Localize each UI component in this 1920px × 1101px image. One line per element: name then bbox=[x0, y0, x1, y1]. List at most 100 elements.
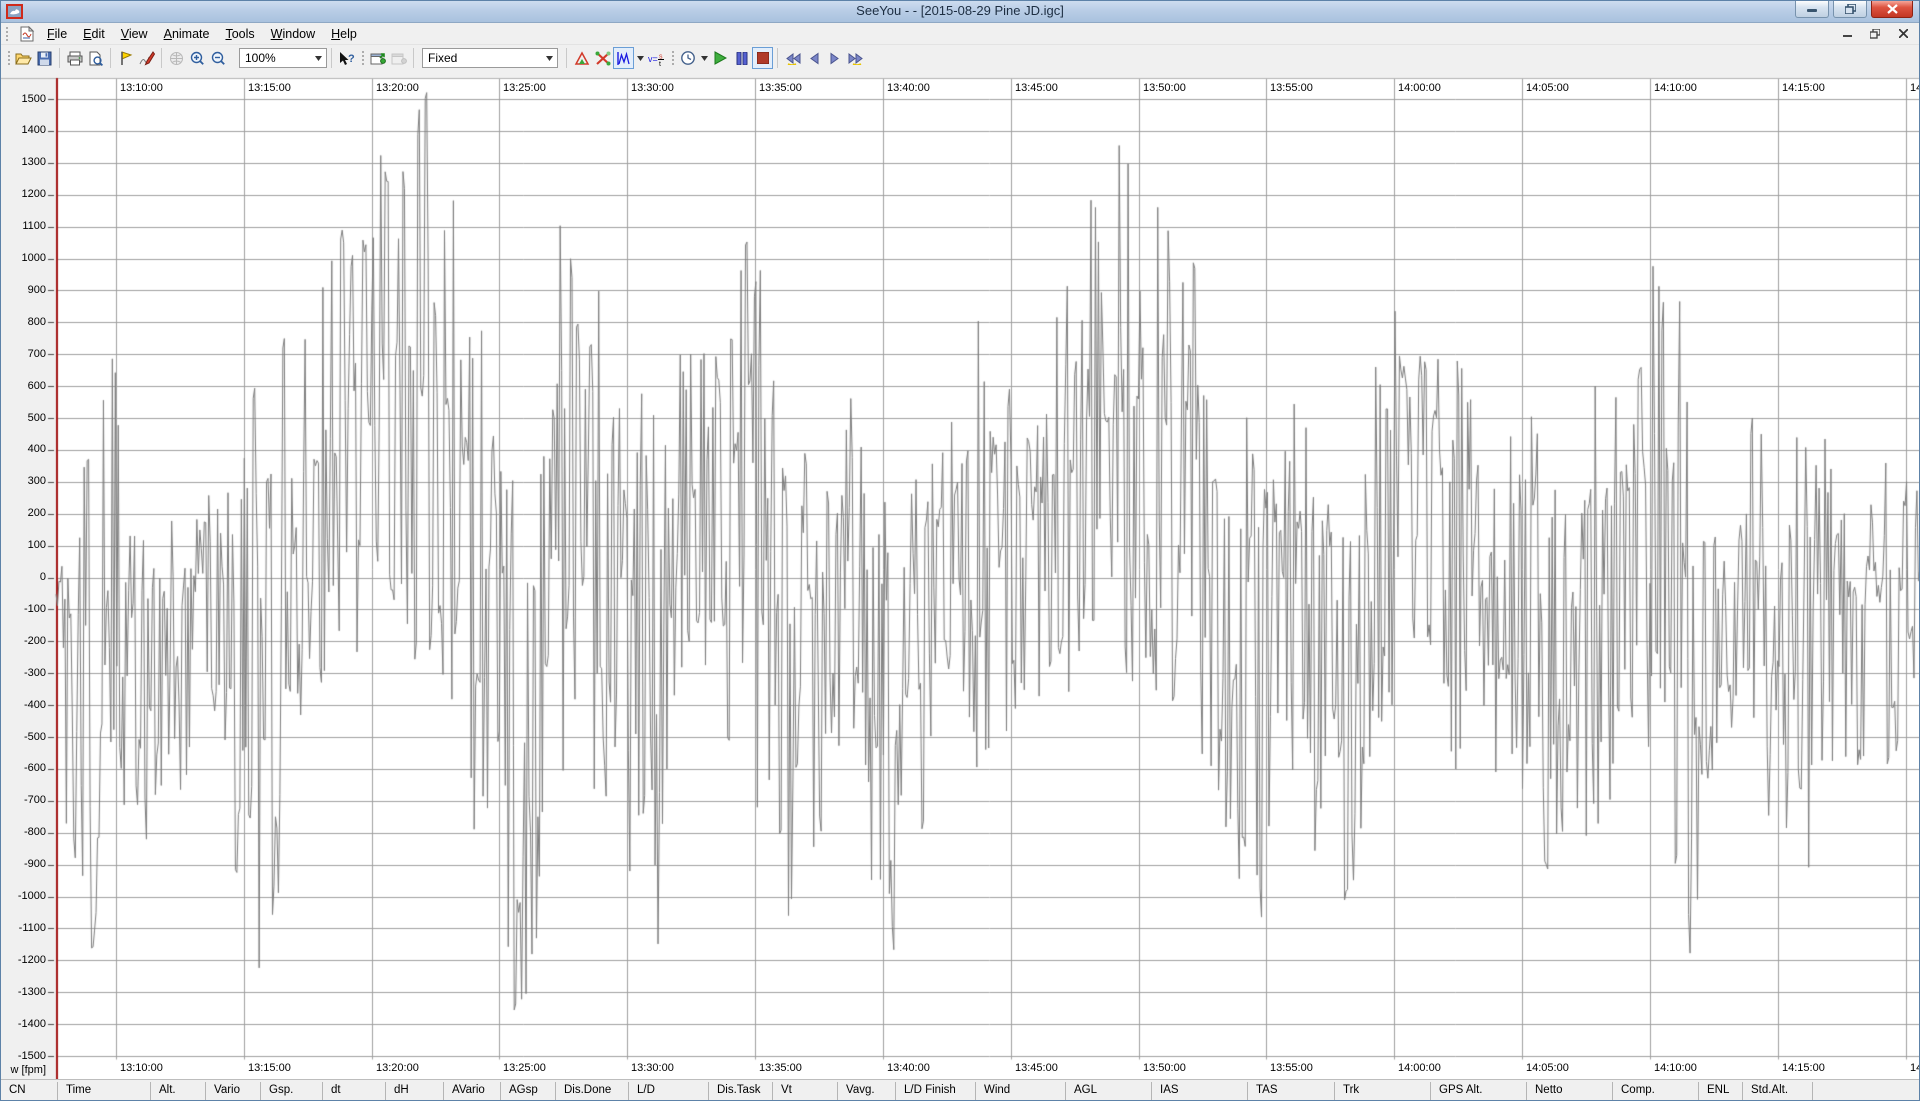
route-icon bbox=[574, 51, 590, 66]
graph-view-icon bbox=[616, 51, 632, 66]
globe-button[interactable] bbox=[166, 47, 187, 69]
x-axis-label-top: 13:25:00 bbox=[503, 82, 546, 95]
previous-fix-button[interactable] bbox=[803, 47, 824, 69]
stop-button[interactable] bbox=[752, 47, 773, 69]
y-axis-label: 300 bbox=[1, 475, 46, 488]
zoom-in-button[interactable] bbox=[187, 47, 208, 69]
mdi-minimize-icon bbox=[1843, 29, 1852, 38]
graph-scale-dropdown[interactable] bbox=[541, 49, 557, 67]
menu-animate[interactable]: Animate bbox=[156, 24, 218, 44]
menubar-grip bbox=[4, 25, 8, 43]
mdi-restore-button[interactable] bbox=[1867, 26, 1883, 41]
zoom-level-combo[interactable]: 100% bbox=[239, 48, 327, 68]
y-axis-label: -700 bbox=[1, 794, 46, 807]
graph-view-button[interactable] bbox=[613, 47, 634, 69]
x-axis-label-bottom: 14:05:00 bbox=[1526, 1062, 1569, 1075]
show-desktop-button[interactable] bbox=[367, 47, 388, 69]
animation-clock-button[interactable] bbox=[677, 47, 698, 69]
status-cell-comp-: Comp. bbox=[1613, 1082, 1699, 1100]
menu-tools[interactable]: Tools bbox=[217, 24, 262, 44]
y-axis-label: -400 bbox=[1, 699, 46, 712]
menu-view[interactable]: View bbox=[113, 24, 156, 44]
graph-view-dropdown[interactable] bbox=[634, 47, 646, 69]
statistics-icon: v= s t bbox=[648, 51, 666, 66]
y-axis-label: -300 bbox=[1, 667, 46, 680]
play-button[interactable] bbox=[710, 47, 731, 69]
close-button[interactable] bbox=[1871, 1, 1913, 18]
y-axis-label: 600 bbox=[1, 380, 46, 393]
route-button[interactable] bbox=[571, 47, 592, 69]
minimize-button[interactable] bbox=[1795, 1, 1829, 18]
y-axis-label: 1000 bbox=[1, 252, 46, 265]
pause-button[interactable] bbox=[731, 47, 752, 69]
zoom-out-button[interactable] bbox=[208, 47, 229, 69]
y-axis-label: -100 bbox=[1, 603, 46, 616]
menu-file[interactable]: File bbox=[39, 24, 75, 44]
open-button[interactable] bbox=[13, 47, 34, 69]
print-button[interactable] bbox=[64, 47, 85, 69]
menu-help[interactable]: Help bbox=[323, 24, 365, 44]
task-button[interactable] bbox=[592, 47, 613, 69]
y-axis-label: -500 bbox=[1, 731, 46, 744]
y-axis-label: -1400 bbox=[1, 1018, 46, 1031]
first-fix-icon bbox=[785, 52, 801, 65]
y-axis-label: -1500 bbox=[1, 1050, 46, 1063]
y-axis-label: -1000 bbox=[1, 890, 46, 903]
y-axis-label: -800 bbox=[1, 826, 46, 839]
x-axis-label-bottom: 14:10:00 bbox=[1654, 1062, 1697, 1075]
help-pointer-icon: ? bbox=[338, 51, 356, 66]
status-cell-gps-alt-: GPS Alt. bbox=[1431, 1082, 1527, 1100]
help-pointer-button[interactable]: ? bbox=[336, 47, 357, 69]
status-cell-avario: AVario bbox=[444, 1082, 501, 1100]
statistics-button[interactable]: v= s t bbox=[646, 47, 667, 69]
graph-scale-combo[interactable]: Fixed bbox=[422, 48, 558, 68]
status-cell-vavg-: Vavg. bbox=[838, 1082, 896, 1100]
status-cell-agsp: AGsp bbox=[501, 1082, 556, 1100]
status-cell-time: Time bbox=[58, 1082, 151, 1100]
next-fix-button[interactable] bbox=[824, 47, 845, 69]
x-axis-label-bottom: 13:35:00 bbox=[759, 1062, 802, 1075]
flag-button[interactable] bbox=[115, 47, 136, 69]
open-icon bbox=[15, 51, 32, 66]
show-desktop-icon bbox=[370, 51, 386, 66]
zoom-level-value: 100% bbox=[240, 51, 310, 65]
first-fix-button[interactable] bbox=[782, 47, 803, 69]
mdi-close-button[interactable] bbox=[1895, 26, 1911, 41]
mdi-minimize-button[interactable] bbox=[1839, 26, 1855, 41]
vario-graph-panel: 1500140013001200110010009008007006005004… bbox=[1, 71, 1919, 1079]
status-cell-l-d-finish: L/D Finish bbox=[896, 1082, 976, 1100]
y-axis-label: -1200 bbox=[1, 954, 46, 967]
restore-button[interactable] bbox=[1833, 1, 1867, 18]
x-axis-label-bottom: 13:45:00 bbox=[1015, 1062, 1058, 1075]
toolbar-separator bbox=[413, 48, 414, 68]
y-axis-label: 100 bbox=[1, 539, 46, 552]
stop-icon bbox=[757, 52, 769, 64]
print-preview-button[interactable] bbox=[85, 47, 106, 69]
last-fix-button[interactable] bbox=[845, 47, 866, 69]
save-button[interactable] bbox=[34, 47, 55, 69]
show-desktop-2-button[interactable] bbox=[388, 47, 409, 69]
status-cell-enl: ENL bbox=[1699, 1082, 1743, 1100]
y-axis-label: 200 bbox=[1, 507, 46, 520]
x-axis-label-top: 13:55:00 bbox=[1270, 82, 1313, 95]
status-bar: CNTimeAlt.VarioGsp.dtdHAVarioAGspDis.Don… bbox=[1, 1079, 1919, 1100]
zoom-combo-dropdown[interactable] bbox=[310, 49, 326, 67]
title-bar: SeeYou - - [2015-08-29 Pine JD.igc] bbox=[1, 1, 1919, 23]
status-cell-trk: Trk bbox=[1335, 1082, 1431, 1100]
animation-clock-dropdown[interactable] bbox=[698, 47, 710, 69]
menu-window[interactable]: Window bbox=[263, 24, 323, 44]
edit-pencil-button[interactable] bbox=[136, 47, 157, 69]
status-cell-dis-task: Dis.Task bbox=[709, 1082, 773, 1100]
vario-trace-canvas[interactable] bbox=[1, 71, 1919, 1079]
status-cell-tas: TAS bbox=[1248, 1082, 1335, 1100]
menu-edit[interactable]: Edit bbox=[75, 24, 113, 44]
status-cell-dh: dH bbox=[386, 1082, 444, 1100]
x-axis-label-bottom: 13:10:00 bbox=[120, 1062, 163, 1075]
x-axis-label-bottom: 13:15:00 bbox=[248, 1062, 291, 1075]
last-fix-icon bbox=[848, 52, 864, 65]
x-axis-label-top: 13:20:00 bbox=[376, 82, 419, 95]
mdi-restore-icon bbox=[1870, 29, 1880, 39]
next-fix-icon bbox=[829, 52, 841, 65]
y-axis-label: -1100 bbox=[1, 922, 46, 935]
mdi-close-icon bbox=[1899, 29, 1908, 38]
